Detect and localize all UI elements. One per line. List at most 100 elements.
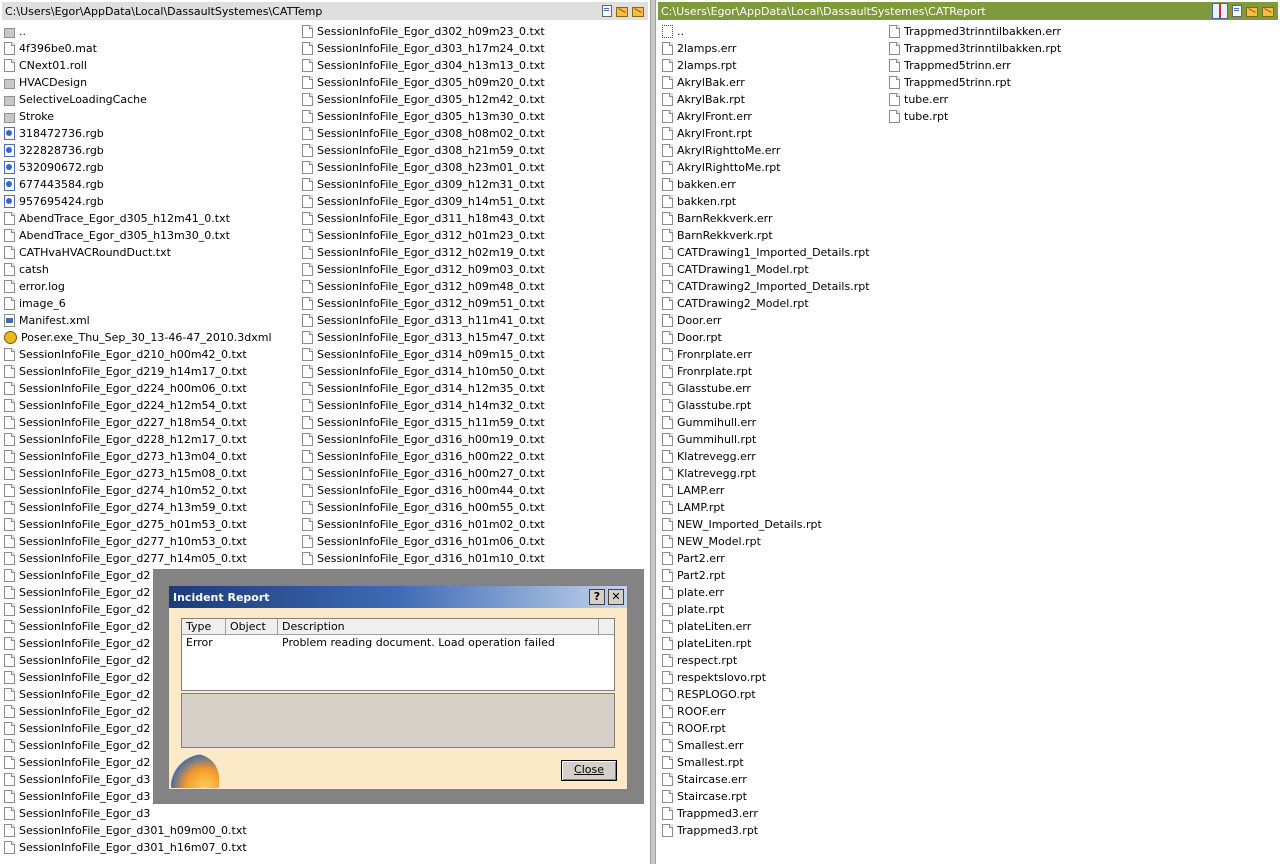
package-icon[interactable] <box>1212 3 1228 19</box>
list-item[interactable]: SessionInfoFile_Egor_d308_h23m01_0.txt <box>302 159 545 176</box>
list-item[interactable]: SessionInfoFile_Egor_d309_h12m31_0.txt <box>302 176 545 193</box>
list-item[interactable]: SessionInfoFile_Egor_d314_h12m35_0.txt <box>302 380 545 397</box>
list-item[interactable]: SessionInfoFile_Egor_d313_h11m41_0.txt <box>302 312 545 329</box>
list-item[interactable]: SessionInfoFile_Egor_d273_h13m04_0.txt <box>4 448 272 465</box>
list-item[interactable]: SessionInfoFile_Egor_d228_h12m17_0.txt <box>4 431 272 448</box>
table-row[interactable]: Error Problem reading document. Load ope… <box>182 635 614 650</box>
list-item[interactable]: CATDrawing1_Model.rpt <box>662 261 870 278</box>
list-item[interactable]: SessionInfoFile_Egor_d312_h09m51_0.txt <box>302 295 545 312</box>
list-item[interactable]: 532090672.rgb <box>4 159 272 176</box>
list-item[interactable]: SessionInfoFile_Egor_d308_h21m59_0.txt <box>302 142 545 159</box>
list-item[interactable]: LAMP.err <box>662 482 870 499</box>
list-item[interactable]: SessionInfoFile_Egor_d309_h14m51_0.txt <box>302 193 545 210</box>
list-item[interactable]: SessionInfoFile_Egor_d274_h10m52_0.txt <box>4 482 272 499</box>
list-item[interactable]: SessionInfoFile_Egor_d224_h12m54_0.txt <box>4 397 272 414</box>
list-item[interactable]: SessionInfoFile_Egor_d301_h16m07_0.txt <box>4 839 272 856</box>
list-item[interactable]: CNext01.roll <box>4 57 272 74</box>
open-folder-icon[interactable] <box>1262 7 1274 17</box>
list-item[interactable]: AkrylRighttoMe.err <box>662 142 870 159</box>
list-item[interactable]: 318472736.rgb <box>4 125 272 142</box>
list-item[interactable]: respektslovo.rpt <box>662 669 870 686</box>
list-item[interactable]: 957695424.rgb <box>4 193 272 210</box>
list-item[interactable]: SessionInfoFile_Egor_d303_h17m24_0.txt <box>302 40 545 57</box>
list-item[interactable]: ROOF.rpt <box>662 720 870 737</box>
list-item[interactable]: AkrylBak.rpt <box>662 91 870 108</box>
list-item[interactable]: SessionInfoFile_Egor_d316_h00m44_0.txt <box>302 482 545 499</box>
list-item[interactable]: 677443584.rgb <box>4 176 272 193</box>
list-item[interactable]: SessionInfoFile_Egor_d316_h00m27_0.txt <box>302 465 545 482</box>
new-document-icon[interactable] <box>1232 5 1242 17</box>
list-item[interactable]: Door.err <box>662 312 870 329</box>
column-header-type[interactable]: Type <box>182 619 226 634</box>
list-item[interactable]: Staircase.err <box>662 771 870 788</box>
list-item[interactable]: AkrylBak.err <box>662 74 870 91</box>
list-item[interactable]: Smallest.rpt <box>662 754 870 771</box>
list-item[interactable]: SessionInfoFile_Egor_d312_h09m48_0.txt <box>302 278 545 295</box>
list-item[interactable]: SessionInfoFile_Egor_d305_h13m30_0.txt <box>302 108 545 125</box>
list-item[interactable]: SessionInfoFile_Egor_d304_h13m13_0.txt <box>302 57 545 74</box>
list-item[interactable]: Trappmed3.rpt <box>662 822 870 839</box>
list-item[interactable]: Trappmed5trinn.rpt <box>889 74 1061 91</box>
list-item[interactable]: catsh <box>4 261 272 278</box>
list-item[interactable]: Smallest.err <box>662 737 870 754</box>
list-item[interactable]: Part2.rpt <box>662 567 870 584</box>
list-item[interactable]: SessionInfoFile_Egor_d3 <box>4 805 272 822</box>
list-item[interactable]: Glasstube.rpt <box>662 397 870 414</box>
list-item[interactable]: SessionInfoFile_Egor_d224_h00m06_0.txt <box>4 380 272 397</box>
list-item[interactable]: SessionInfoFile_Egor_d301_h09m00_0.txt <box>4 822 272 839</box>
list-item[interactable]: LAMP.rpt <box>662 499 870 516</box>
list-item[interactable]: Fronrplate.err <box>662 346 870 363</box>
list-item[interactable]: SessionInfoFile_Egor_d312_h01m23_0.txt <box>302 227 545 244</box>
list-item[interactable]: AbendTrace_Egor_d305_h13m30_0.txt <box>4 227 272 244</box>
list-item[interactable]: respect.rpt <box>662 652 870 669</box>
list-item[interactable]: .. <box>4 23 272 40</box>
list-item[interactable]: AkrylFront.err <box>662 108 870 125</box>
open-folder-icon[interactable] <box>632 7 644 17</box>
list-item[interactable]: Part2.err <box>662 550 870 567</box>
list-item[interactable]: SessionInfoFile_Egor_d210_h00m42_0.txt <box>4 346 272 363</box>
column-header-description[interactable]: Description <box>278 619 599 634</box>
list-item[interactable]: BarnRekkverk.err <box>662 210 870 227</box>
column-header-object[interactable]: Object <box>226 619 278 634</box>
help-button[interactable]: ? <box>589 589 605 605</box>
close-button[interactable]: Close <box>561 760 617 781</box>
list-item[interactable]: Trappmed3trinntilbakken.err <box>889 23 1061 40</box>
list-item[interactable]: SelectiveLoadingCache <box>4 91 272 108</box>
list-item[interactable]: NEW_Imported_Details.rpt <box>662 516 870 533</box>
close-x-button[interactable]: ✕ <box>608 589 624 605</box>
list-item[interactable]: SessionInfoFile_Egor_d277_h10m53_0.txt <box>4 533 272 550</box>
list-item[interactable]: Trappmed3.err <box>662 805 870 822</box>
list-item[interactable]: SessionInfoFile_Egor_d314_h09m15_0.txt <box>302 346 545 363</box>
list-item[interactable]: SessionInfoFile_Egor_d274_h13m59_0.txt <box>4 499 272 516</box>
list-item[interactable]: AkrylFront.rpt <box>662 125 870 142</box>
list-item[interactable]: Trappmed3trinntilbakken.rpt <box>889 40 1061 57</box>
list-item[interactable]: Gummihull.err <box>662 414 870 431</box>
list-item[interactable]: SessionInfoFile_Egor_d315_h11m59_0.txt <box>302 414 545 431</box>
list-item[interactable]: SessionInfoFile_Egor_d219_h14m17_0.txt <box>4 363 272 380</box>
list-item[interactable]: Fronrplate.rpt <box>662 363 870 380</box>
list-item[interactable]: ROOF.err <box>662 703 870 720</box>
list-item[interactable]: SessionInfoFile_Egor_d311_h18m43_0.txt <box>302 210 545 227</box>
list-item[interactable]: Door.rpt <box>662 329 870 346</box>
list-item[interactable]: SessionInfoFile_Egor_d312_h02m19_0.txt <box>302 244 545 261</box>
list-item[interactable]: bakken.err <box>662 176 870 193</box>
list-item[interactable]: Gummihull.rpt <box>662 431 870 448</box>
list-item[interactable]: RESPLOGO.rpt <box>662 686 870 703</box>
list-item[interactable]: SessionInfoFile_Egor_d314_h10m50_0.txt <box>302 363 545 380</box>
list-item[interactable]: tube.err <box>889 91 1061 108</box>
list-item[interactable]: plate.rpt <box>662 601 870 618</box>
list-item[interactable]: SessionInfoFile_Egor_d312_h09m03_0.txt <box>302 261 545 278</box>
list-item[interactable]: SessionInfoFile_Egor_d227_h18m54_0.txt <box>4 414 272 431</box>
list-item[interactable]: image_6 <box>4 295 272 312</box>
list-item[interactable]: bakken.rpt <box>662 193 870 210</box>
list-item[interactable]: Staircase.rpt <box>662 788 870 805</box>
list-item[interactable]: plateLiten.rpt <box>662 635 870 652</box>
list-item[interactable]: SessionInfoFile_Egor_d316_h01m02_0.txt <box>302 516 545 533</box>
list-item[interactable]: Glasstube.err <box>662 380 870 397</box>
list-item[interactable]: CATDrawing2_Imported_Details.rpt <box>662 278 870 295</box>
list-item[interactable]: CATHvaHVACRoundDuct.txt <box>4 244 272 261</box>
list-item[interactable]: SessionInfoFile_Egor_d302_h09m23_0.txt <box>302 23 545 40</box>
list-item[interactable]: AkrylRighttoMe.rpt <box>662 159 870 176</box>
list-item[interactable]: .. <box>662 23 870 40</box>
list-item[interactable]: SessionInfoFile_Egor_d305_h09m20_0.txt <box>302 74 545 91</box>
